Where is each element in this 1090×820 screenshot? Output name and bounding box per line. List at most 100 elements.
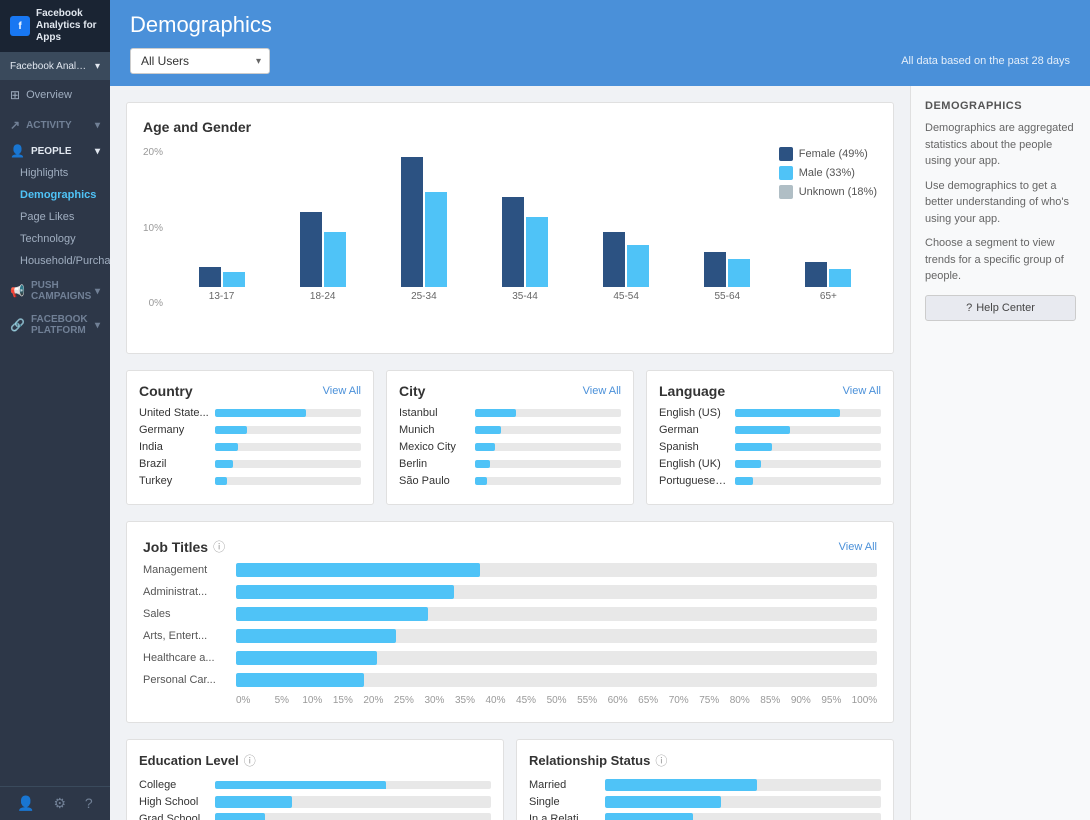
sidebar-item-people[interactable]: 👤 People ▾ xyxy=(0,136,110,162)
settings-icon[interactable]: ⚙ xyxy=(54,795,67,812)
job-bar-container-2 xyxy=(236,607,877,621)
sidebar-item-household[interactable]: Household/Purchase xyxy=(0,250,110,272)
sidebar-item-page-likes[interactable]: Page Likes xyxy=(0,206,110,228)
edu-rel-cards: Education Level ⓘ College High School xyxy=(126,739,894,820)
age-group-45-54: 45-54 xyxy=(578,232,675,302)
age-group-35-44: 35-44 xyxy=(476,197,573,302)
country-title: Country xyxy=(139,383,193,399)
rel-label-1: Single xyxy=(529,796,599,808)
sidebar-item-activity[interactable]: ↗ Activity ▾ xyxy=(0,110,110,136)
country-label-3: Brazil xyxy=(139,458,209,470)
help-center-button[interactable]: ? Help Center xyxy=(925,295,1076,321)
bar-female-35-44 xyxy=(502,197,524,287)
sidebar-item-highlights[interactable]: Highlights xyxy=(0,162,110,184)
sidebar-bottom: 👤 ⚙ ? xyxy=(0,786,110,820)
job-row-0: Management xyxy=(143,563,877,577)
language-label-3: English (UK) xyxy=(659,458,729,470)
language-row-4: Portuguese l... xyxy=(659,475,881,487)
city-bar-container-3 xyxy=(475,460,621,468)
activity-label: Activity xyxy=(26,120,72,131)
job-label-0: Management xyxy=(143,564,228,576)
edu-label-2: Grad School xyxy=(139,813,209,820)
language-header: Language View All xyxy=(659,383,881,399)
overview-icon: ⊞ xyxy=(10,88,20,102)
job-bar-2 xyxy=(236,607,428,621)
city-rows: Istanbul Munich Mexico City Berlin xyxy=(399,407,621,487)
city-bar-4 xyxy=(475,477,487,485)
job-titles-view-all[interactable]: View All xyxy=(839,541,877,553)
city-view-all[interactable]: View All xyxy=(583,385,621,397)
help-icon[interactable]: ? xyxy=(85,795,93,812)
city-bar-3 xyxy=(475,460,490,468)
x-label-25: 25% xyxy=(389,695,420,706)
job-bar-0 xyxy=(236,563,480,577)
people-label: People xyxy=(31,146,72,157)
job-label-2: Sales xyxy=(143,608,228,620)
country-view-all[interactable]: View All xyxy=(323,385,361,397)
x-label-0: 0% xyxy=(236,695,267,706)
city-header: City View All xyxy=(399,383,621,399)
activity-icon: ↗ xyxy=(10,118,20,132)
language-label-2: Spanish xyxy=(659,441,729,453)
bar-male-35-44 xyxy=(526,217,548,287)
rel-title: Relationship Status xyxy=(529,753,650,768)
language-bar-0 xyxy=(735,409,840,417)
bar-male-55-64 xyxy=(728,259,750,287)
language-bar-container-1 xyxy=(735,426,881,434)
sidebar-item-overview[interactable]: ⊞ Overview xyxy=(0,80,110,110)
edu-bar-container-2 xyxy=(215,813,491,820)
sidebar-item-technology[interactable]: Technology xyxy=(0,228,110,250)
relationship-card: Relationship Status ⓘ Married Single xyxy=(516,739,894,820)
bar-male-45-54 xyxy=(627,245,649,287)
edu-row-1: High School xyxy=(139,796,491,808)
age-label-25-34: 25-34 xyxy=(411,291,437,302)
job-titles-title: Job Titles xyxy=(143,539,208,555)
bar-male-25-34 xyxy=(425,192,447,287)
language-rows: English (US) German Spanish English xyxy=(659,407,881,487)
job-bar-container-5 xyxy=(236,673,877,687)
x-label-85: 85% xyxy=(755,695,786,706)
help-center-label: Help Center xyxy=(976,302,1035,314)
age-gender-card: Age and Gender 20% 10% 0% xyxy=(126,102,894,354)
help-center-icon: ? xyxy=(966,302,972,314)
y-axis: 20% 10% 0% xyxy=(143,147,167,309)
sidebar-item-demographics[interactable]: Demographics xyxy=(0,184,110,206)
rel-bar-2 xyxy=(605,813,693,820)
age-group-25-34: 25-34 xyxy=(375,157,472,302)
city-label-4: São Paulo xyxy=(399,475,469,487)
user-icon[interactable]: 👤 xyxy=(17,795,34,812)
job-row-5: Personal Car... xyxy=(143,673,877,687)
country-bar-2 xyxy=(215,443,238,451)
age-label-18-24: 18-24 xyxy=(310,291,336,302)
job-label-5: Personal Car... xyxy=(143,674,228,686)
country-bar-0 xyxy=(215,409,306,417)
segment-dropdown[interactable]: All Users xyxy=(130,48,270,74)
country-bar-container-0 xyxy=(215,409,361,417)
x-label-5: 5% xyxy=(267,695,298,706)
edu-bar-container-0 xyxy=(215,781,491,789)
x-label-15: 15% xyxy=(328,695,359,706)
bars-container: 13-17 18-24 xyxy=(173,147,877,302)
chevron-icon: ▾ xyxy=(95,61,100,72)
city-title: City xyxy=(399,383,425,399)
edu-bar-2 xyxy=(215,813,265,820)
x-label-35: 35% xyxy=(450,695,481,706)
language-label-0: English (US) xyxy=(659,407,729,419)
job-titles-header: Job Titles ⓘ View All xyxy=(143,538,877,555)
sidebar-item-current-app[interactable]: Facebook Analytics De... ▾ xyxy=(0,53,110,80)
edu-bar-container-1 xyxy=(215,796,491,808)
edu-header: Education Level ⓘ xyxy=(139,752,491,769)
language-view-all[interactable]: View All xyxy=(843,385,881,397)
legend-female: Female (49%) xyxy=(779,147,877,161)
city-label-0: Istanbul xyxy=(399,407,469,419)
job-bar-container-4 xyxy=(236,651,877,665)
country-row-2: India xyxy=(139,441,361,453)
country-bar-container-3 xyxy=(215,460,361,468)
job-row-4: Healthcare a... xyxy=(143,651,877,665)
rel-rows: Married Single In a Relati... Engag xyxy=(529,779,881,820)
city-card: City View All Istanbul Munich xyxy=(386,370,634,505)
bar-female-13-17 xyxy=(199,267,221,287)
info-panel-title: DEMOGRAPHICS xyxy=(925,100,1076,112)
sidebar-item-facebook-platform[interactable]: 🔗 Facebook Platform ▾ xyxy=(0,306,110,340)
sidebar-item-push-campaigns[interactable]: 📢 Push Campaigns ▾ xyxy=(0,272,110,306)
